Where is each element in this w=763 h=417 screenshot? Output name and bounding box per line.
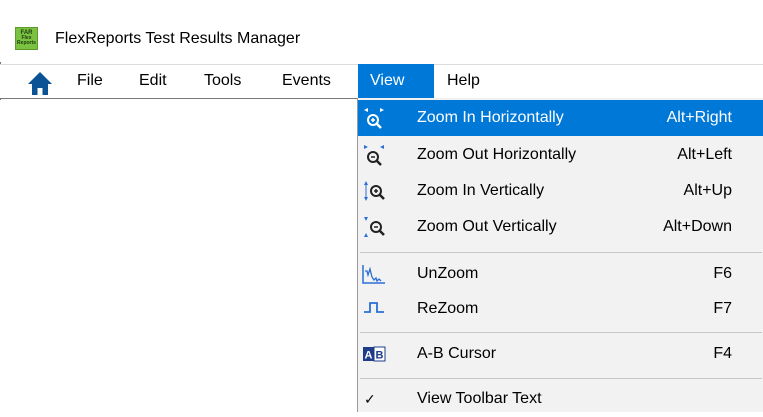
menu-item-zoom-out-vertically[interactable]: Zoom Out Vertically Alt+Down — [358, 209, 763, 245]
menu-item-shortcut: Alt+Left — [677, 146, 732, 163]
menu-item-label: UnZoom — [417, 265, 479, 282]
app-logo-text: Reports — [17, 40, 36, 46]
menu-item-label: Zoom In Vertically — [417, 182, 545, 199]
menu-item-label: A-B Cursor — [417, 345, 497, 362]
ab-cursor-icon: A B — [363, 346, 386, 362]
ab-icon-a: A — [365, 350, 373, 362]
menu-item-label: ReZoom — [417, 300, 479, 317]
menu-separator — [360, 378, 762, 379]
app-logo-icon: FAR Flex Reports — [15, 27, 38, 50]
home-icon[interactable] — [27, 70, 53, 96]
zoom-in-horizontal-icon — [364, 108, 384, 129]
menu-item-unzoom[interactable]: UnZoom F6 — [358, 256, 763, 292]
menu-item-shortcut: Alt+Up — [683, 182, 732, 199]
window-title: FlexReports Test Results Manager — [55, 30, 301, 47]
menu-item-shortcut: F7 — [713, 300, 732, 317]
menu-item-label: Zoom Out Vertically — [417, 218, 557, 235]
menu-item-shortcut: F4 — [713, 345, 732, 362]
menu-item-ab-cursor[interactable]: A B A-B Cursor F4 — [358, 336, 763, 372]
ab-icon-b: B — [376, 350, 384, 362]
zoom-out-vertical-icon — [364, 217, 385, 237]
rezoom-icon — [364, 302, 384, 313]
menu-separator — [360, 332, 762, 333]
menu-item-zoom-in-vertically[interactable]: Zoom In Vertically Alt+Up — [358, 173, 763, 209]
title-bar: FAR Flex Reports FlexReports Test Result… — [0, 0, 763, 62]
zoom-in-vertical-icon — [364, 181, 385, 201]
app-window: FAR Flex Reports FlexReports Test Result… — [0, 0, 763, 412]
menu-item-shortcut: Alt+Down — [663, 218, 732, 235]
menu-item-zoom-in-horizontally[interactable]: Zoom In Horizontally Alt+Right — [358, 100, 763, 136]
menu-separator — [360, 252, 762, 253]
menu-help[interactable]: Help — [441, 64, 486, 98]
menu-item-rezoom[interactable]: ReZoom F7 — [358, 291, 763, 327]
menu-edit[interactable]: Edit — [133, 64, 173, 98]
menu-events[interactable]: Events — [276, 64, 337, 98]
view-dropdown-menu: Zoom In Horizontally Alt+Right Zoom Out … — [357, 98, 763, 412]
menu-item-label: Zoom In Horizontally — [417, 109, 564, 126]
unzoom-icon — [362, 265, 385, 284]
menu-item-zoom-out-horizontally[interactable]: Zoom Out Horizontally Alt+Left — [358, 137, 763, 173]
menu-item-shortcut: F6 — [713, 265, 732, 282]
menu-file[interactable]: File — [71, 64, 109, 98]
menu-item-label: Zoom Out Horizontally — [417, 146, 577, 163]
menu-tools[interactable]: Tools — [198, 64, 247, 98]
menu-item-shortcut: Alt+Right — [666, 109, 732, 126]
zoom-out-horizontal-icon — [364, 145, 384, 166]
menu-bar-divider — [0, 98, 358, 99]
menu-view[interactable]: View — [358, 64, 434, 98]
